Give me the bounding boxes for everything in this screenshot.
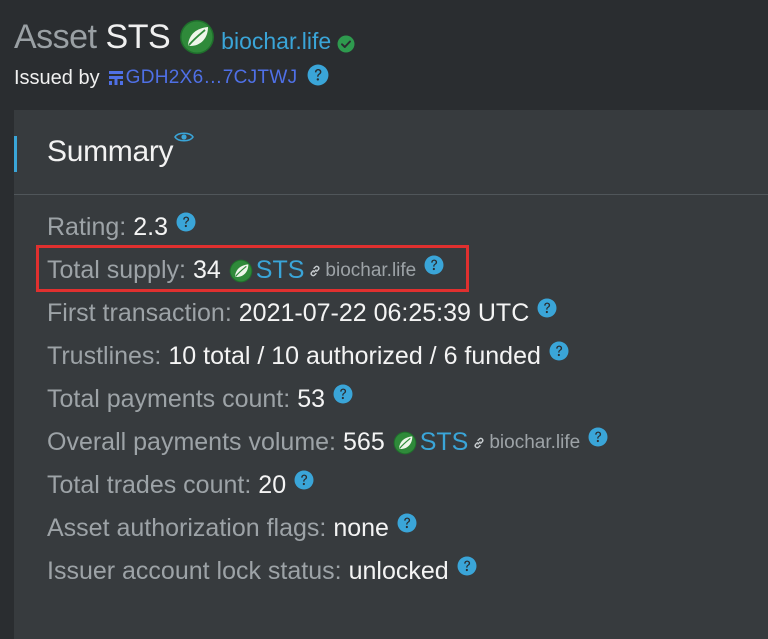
leaf-logo-icon <box>393 431 417 455</box>
asset-code: STS <box>105 17 171 56</box>
check-circle-icon <box>337 35 355 53</box>
row-rating: Rating: 2.3 <box>47 206 608 249</box>
authorization-flags-value: none <box>333 514 389 542</box>
row-total-payments-count: Total payments count: 53 <box>47 378 608 421</box>
question-circle-icon[interactable] <box>307 64 329 86</box>
asset-domain-link[interactable]: biochar.life <box>325 260 416 282</box>
first-transaction-label: First transaction: <box>47 299 232 327</box>
issuer-label: Issued by <box>14 66 100 89</box>
authorization-flags-label: Asset authorization flags: <box>47 514 327 542</box>
issuer-lock-status-label: Issuer account lock status: <box>47 557 342 585</box>
trustlines-value: 10 total / 10 authorized / 6 funded <box>168 342 541 370</box>
rating-label: Rating: <box>47 213 127 241</box>
question-circle-icon[interactable] <box>176 212 196 232</box>
question-circle-icon[interactable] <box>457 556 477 576</box>
question-circle-icon[interactable] <box>333 384 353 404</box>
link-icon <box>472 436 486 450</box>
question-circle-icon[interactable] <box>588 427 608 447</box>
row-total-trades-count: Total trades count: 20 <box>47 464 608 507</box>
title-prefix: Asset <box>14 17 97 56</box>
asset-title: Asset STS biochar.life <box>14 14 754 60</box>
summary-header: Summary <box>14 110 768 195</box>
summary-rows: Rating: 2.3 Total supply: 34 STS biochar… <box>47 206 608 593</box>
overall-payments-volume-value: 565 <box>343 428 385 456</box>
summary-title: Summary <box>47 135 174 168</box>
link-icon <box>308 264 322 278</box>
issuer-address-link[interactable]: GDH2X6…7CJTWJ <box>126 67 298 89</box>
row-first-transaction: First transaction: 2021-07-22 06:25:39 U… <box>47 292 608 335</box>
account-identicon-icon <box>108 71 123 85</box>
issuer-lock-status-value: unlocked <box>348 557 449 585</box>
row-issuer-lock-status: Issuer account lock status: unlocked <box>47 550 608 593</box>
header-accent-bar <box>14 136 17 172</box>
question-circle-icon[interactable] <box>397 513 417 533</box>
total-payments-count-label: Total payments count: <box>47 385 291 413</box>
row-overall-payments-volume: Overall payments volume: 565 STS biochar… <box>47 421 608 464</box>
question-circle-icon[interactable] <box>294 470 314 490</box>
first-transaction-value: 2021-07-22 06:25:39 UTC <box>238 299 530 327</box>
rating-value: 2.3 <box>133 213 168 241</box>
total-trades-count-value: 20 <box>258 471 287 499</box>
issuer-row: Issued by GDH2X6…7CJTWJ <box>14 64 754 92</box>
total-trades-count-label: Total trades count: <box>47 471 252 499</box>
asset-code-link[interactable]: STS <box>420 428 469 457</box>
asset-code-link[interactable]: STS <box>256 256 305 285</box>
row-trustlines: Trustlines: 10 total / 10 authorized / 6… <box>47 335 608 378</box>
leaf-logo-icon <box>179 19 215 55</box>
question-circle-icon[interactable] <box>537 298 557 318</box>
total-supply-label: Total supply: <box>47 256 186 284</box>
asset-domain-link[interactable]: biochar.life <box>221 28 331 55</box>
eye-icon[interactable] <box>174 130 194 144</box>
leaf-logo-icon <box>229 259 253 283</box>
trustlines-label: Trustlines: <box>47 342 162 370</box>
row-authorization-flags: Asset authorization flags: none <box>47 507 608 550</box>
question-circle-icon[interactable] <box>424 255 444 275</box>
overall-payments-volume-label: Overall payments volume: <box>47 428 337 456</box>
asset-domain-link[interactable]: biochar.life <box>489 432 580 454</box>
total-payments-count-value: 53 <box>297 385 326 413</box>
asset-header: Asset STS biochar.life Issued by GDH2X6…… <box>14 14 754 92</box>
total-supply-value: 34 <box>192 256 221 284</box>
question-circle-icon[interactable] <box>549 341 569 361</box>
row-total-supply: Total supply: 34 STS biochar.life <box>47 249 608 292</box>
